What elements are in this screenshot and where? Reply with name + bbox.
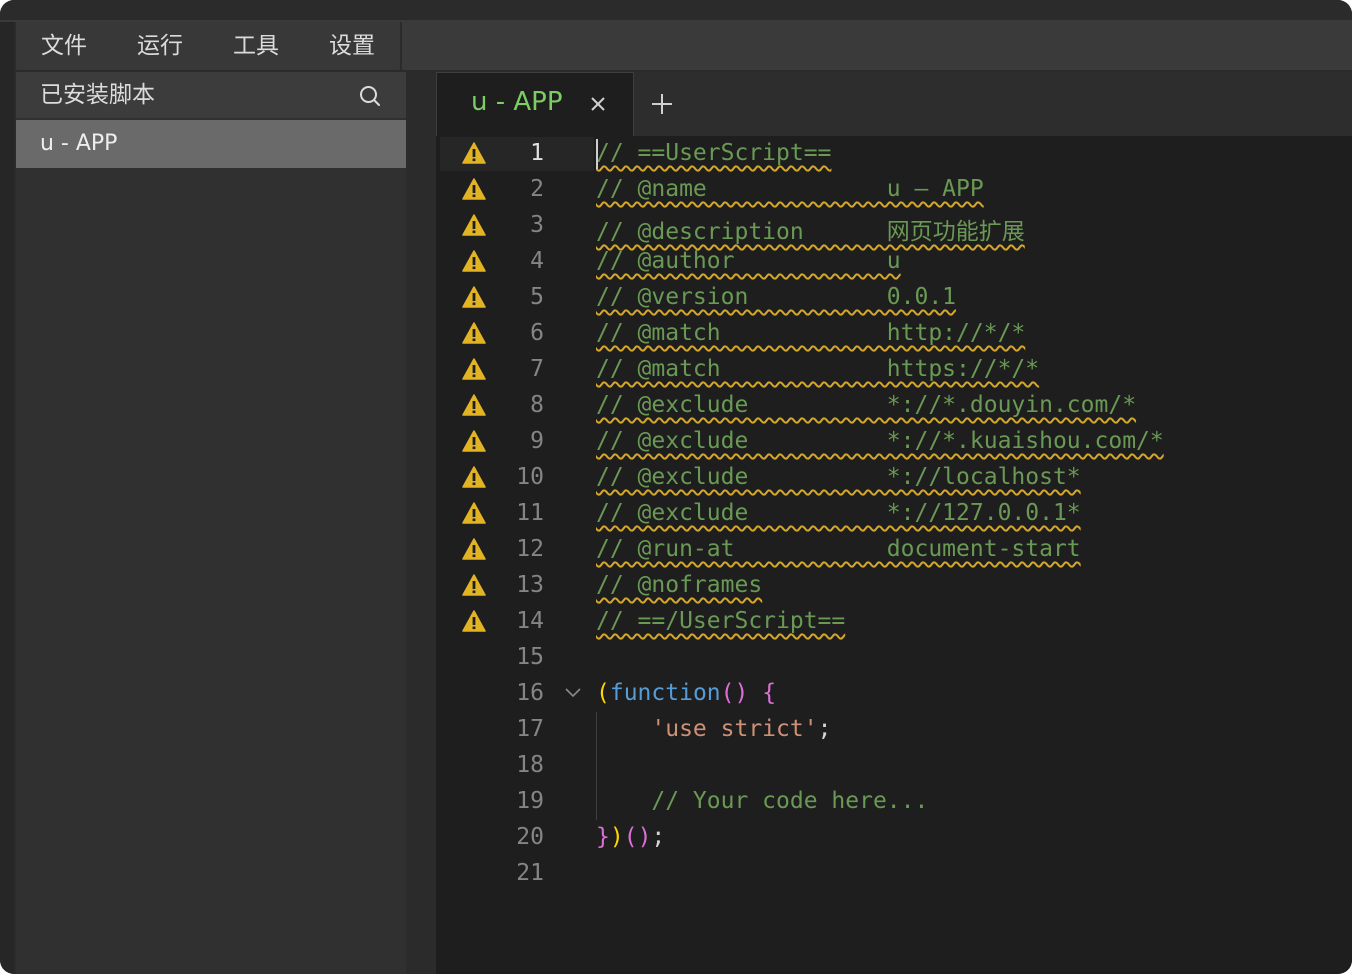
line-number: 19 xyxy=(516,788,544,814)
code-line: 6 // @match http://*/* xyxy=(436,316,1352,352)
line-number: 8 xyxy=(530,392,544,418)
script-name: u - APP xyxy=(40,131,118,156)
script-list-item[interactable]: u - APP xyxy=(16,120,406,168)
code-line: 8 // @exclude *://*.douyin.com/* xyxy=(436,388,1352,424)
code-line: 14 // ==/UserScript== xyxy=(436,604,1352,640)
indent-guide xyxy=(596,712,597,820)
code-line: 5 // @version 0.0.1 xyxy=(436,280,1352,316)
code-text: (function() { xyxy=(596,680,777,706)
warning-icon[interactable] xyxy=(462,178,486,200)
code-text: // ==/UserScript== xyxy=(596,608,846,634)
line-number: 16 xyxy=(516,680,544,706)
code-text: // @exclude *://*.kuaishou.com/* xyxy=(596,428,1164,454)
code-text: // @author u xyxy=(596,248,901,274)
code-text: // @run-at document-start xyxy=(596,536,1081,562)
line-number: 6 xyxy=(530,320,544,346)
code-text: // ==UserScript== xyxy=(596,140,832,166)
warning-icon[interactable] xyxy=(462,610,486,632)
code-line: 11 // @exclude *://127.0.0.1* xyxy=(436,496,1352,532)
code-text: 'use strict'; xyxy=(651,716,832,742)
search-icon[interactable] xyxy=(358,84,382,108)
code-line: 9 // @exclude *://*.kuaishou.com/* xyxy=(436,424,1352,460)
code-editor[interactable]: 1 // ==UserScript== 2 // @name u – APP 3 // @… xyxy=(436,136,1352,974)
text-cursor xyxy=(596,139,598,169)
line-number: 17 xyxy=(516,716,544,742)
line-number: 15 xyxy=(516,644,544,670)
menu-tools[interactable]: 工具 xyxy=(208,22,304,70)
sidebar: 已安装脚本 u - APP xyxy=(16,72,406,974)
menu-file[interactable]: 文件 xyxy=(16,22,112,70)
code-line: 13 // @noframes xyxy=(436,568,1352,604)
warning-icon[interactable] xyxy=(462,394,486,416)
title-bar xyxy=(0,0,1352,20)
line-number: 14 xyxy=(516,608,544,634)
warning-icon[interactable] xyxy=(462,142,486,164)
code-line: 15 xyxy=(436,640,1352,676)
menu-bar: 文件 运行 工具 设置 xyxy=(16,22,400,70)
code-line: 3 // @description 网页功能扩展 xyxy=(436,208,1352,245)
code-text: // Your code here... xyxy=(651,788,929,814)
editor-area: u - APP 1 // ==UserScript== 2 // @name u – … xyxy=(436,72,1352,974)
code-line: 16 (function() { xyxy=(436,676,1352,712)
line-number: 1 xyxy=(530,140,544,166)
code-text: // @noframes xyxy=(596,572,763,598)
tab-bar: u - APP xyxy=(436,72,1352,136)
line-number: 18 xyxy=(516,752,544,778)
menu-bar-filler xyxy=(402,22,1352,70)
warning-icon[interactable] xyxy=(462,322,486,344)
line-number: 10 xyxy=(516,464,544,490)
line-number: 13 xyxy=(516,572,544,598)
warning-icon[interactable] xyxy=(462,250,486,272)
warning-icon[interactable] xyxy=(462,358,486,380)
code-line: 18 xyxy=(436,748,1352,784)
line-number: 3 xyxy=(530,212,544,238)
code-text: // @version 0.0.1 xyxy=(596,284,957,310)
sidebar-header: 已安装脚本 xyxy=(16,72,406,118)
line-number: 2 xyxy=(530,176,544,202)
code-line: 12 // @run-at document-start xyxy=(436,532,1352,568)
left-edge xyxy=(0,22,14,974)
code-line: 19 // Your code here... xyxy=(436,784,1352,820)
warning-icon[interactable] xyxy=(462,538,486,560)
code-text: // @name u – APP xyxy=(596,176,984,202)
close-icon[interactable] xyxy=(589,95,607,113)
code-line: 4 // @author u xyxy=(436,244,1352,280)
code-line: 2 // @name u – APP xyxy=(436,172,1352,208)
code-text: // @match https://*/* xyxy=(596,356,1040,382)
code-text: // @exclude *://127.0.0.1* xyxy=(596,500,1081,526)
warning-icon[interactable] xyxy=(462,214,486,236)
line-number: 21 xyxy=(516,860,544,886)
tab-label: u - APP xyxy=(471,87,563,117)
line-number: 7 xyxy=(530,356,544,382)
code-line: 20 })(); xyxy=(436,820,1352,856)
warning-icon[interactable] xyxy=(462,502,486,524)
code-line: 1 // ==UserScript== xyxy=(436,136,1352,172)
warning-icon[interactable] xyxy=(462,466,486,488)
line-number: 9 xyxy=(530,428,544,454)
menu-settings[interactable]: 设置 xyxy=(304,22,400,70)
code-text: // @match http://*/* xyxy=(596,320,1026,346)
warning-icon[interactable] xyxy=(462,430,486,452)
line-number: 5 xyxy=(530,284,544,310)
line-number: 11 xyxy=(516,500,544,526)
code-line: 21 xyxy=(436,856,1352,892)
warning-icon[interactable] xyxy=(462,574,486,596)
plus-icon[interactable] xyxy=(650,92,674,116)
code-line: 10 // @exclude *://localhost* xyxy=(436,460,1352,496)
line-number: 4 xyxy=(530,248,544,274)
line-number: 12 xyxy=(516,536,544,562)
chevron-down-icon[interactable] xyxy=(564,686,582,700)
sidebar-title: 已安装脚本 xyxy=(40,82,155,108)
app-window: 文件 运行 工具 设置 已安装脚本 u - APP u - APP 1 // =… xyxy=(0,0,1352,974)
tab-u-app[interactable]: u - APP xyxy=(436,72,634,136)
code-text: // @exclude *://localhost* xyxy=(596,464,1081,490)
code-line: 7 // @match https://*/* xyxy=(436,352,1352,388)
code-text: // @description 网页功能扩展 xyxy=(596,219,1025,245)
menu-run[interactable]: 运行 xyxy=(112,22,208,70)
warning-icon[interactable] xyxy=(462,286,486,308)
code-line: 17 'use strict'; xyxy=(436,712,1352,748)
code-text: })(); xyxy=(596,824,666,850)
line-number: 20 xyxy=(516,824,544,850)
code-text: // @exclude *://*.douyin.com/* xyxy=(596,392,1137,418)
